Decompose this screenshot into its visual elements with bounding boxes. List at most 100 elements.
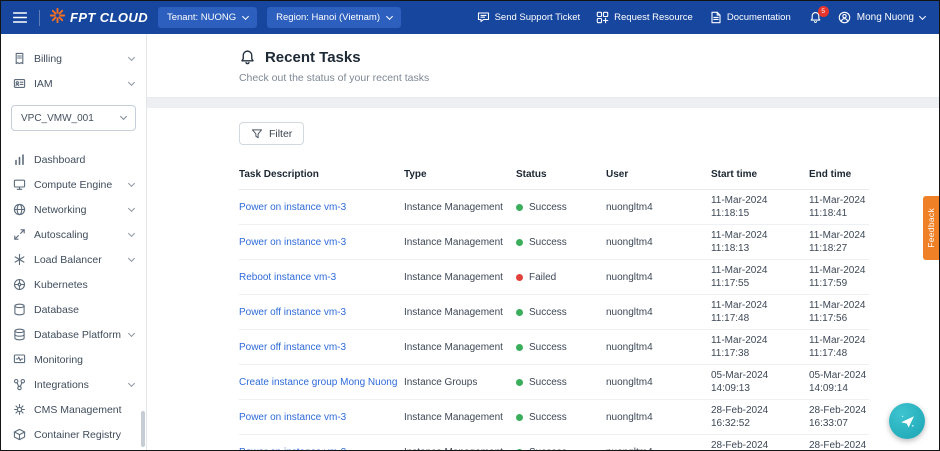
tasks-panel: Filter Task Description Type Status User… (147, 108, 939, 450)
task-end-time: 11-Mar-202411:17:59 (809, 260, 869, 295)
task-status: Success (516, 190, 606, 225)
chevron-down-icon (128, 330, 135, 337)
table-row: Create instance group Mong Nuong Instanc… (239, 365, 869, 400)
container-registry-icon (13, 428, 26, 441)
status-dot (516, 414, 523, 421)
task-start-time: 28-Feb-202414:28:56 (711, 435, 809, 451)
main-content: Recent Tasks Check out the status of you… (147, 34, 939, 450)
task-description-link[interactable]: Create instance group Mong Nuong (239, 365, 404, 400)
col-end-time: End time (809, 161, 869, 190)
page-subtitle: Check out the status of your recent task… (239, 72, 869, 84)
region-selector[interactable]: Region: Hanoi (Vietnam) (267, 7, 401, 28)
task-end-time: 28-Feb-202416:33:07 (809, 400, 869, 435)
task-end-time: 11-Mar-202411:17:56 (809, 295, 869, 330)
task-status: Failed (516, 260, 606, 295)
sidebar-item-label: Container Registry (34, 429, 121, 441)
status-dot (516, 204, 523, 211)
table-row: Power on instance vm-3 Instance Manageme… (239, 190, 869, 225)
task-end-time: 05-Mar-202414:09:14 (809, 365, 869, 400)
sidebar-item-label: Kubernetes (34, 279, 88, 291)
brand-logo[interactable]: FPT CLOUD (50, 8, 148, 28)
task-user: nuongltm4 (606, 190, 711, 225)
sidebar-item-load-balancer[interactable]: Load Balancer (1, 247, 146, 272)
topbar-actions: Send Support Ticket Request Resource Doc… (477, 11, 925, 24)
sidebar-item-label: Dashboard (34, 154, 85, 166)
documentation-link[interactable]: Documentation (709, 11, 791, 24)
status-dot (516, 344, 523, 351)
chevron-down-icon (128, 230, 135, 237)
task-description-link[interactable]: Power on instance vm-3 (239, 400, 404, 435)
menu-icon[interactable] (11, 10, 29, 25)
user-icon (838, 11, 851, 24)
task-user: nuongltm4 (606, 400, 711, 435)
task-description-link[interactable]: Power off instance vm-3 (239, 295, 404, 330)
sidebar-item-label: Autoscaling (34, 229, 88, 241)
feedback-label: Feedback (926, 208, 936, 248)
task-type: Instance Management (404, 225, 516, 260)
task-end-time: 11-Mar-202411:17:48 (809, 330, 869, 365)
recent-tasks-table: Task Description Type Status User Start … (239, 161, 869, 450)
request-resource-icon (596, 11, 609, 24)
topbar-divider (39, 10, 40, 26)
notifications-button[interactable]: 5 (809, 11, 822, 24)
sidebar-item-monitoring[interactable]: Monitoring (1, 347, 146, 372)
task-description-link[interactable]: Power on instance vm-3 (239, 190, 404, 225)
sidebar-item-networking[interactable]: Networking (1, 197, 146, 222)
task-start-time: 05-Mar-202414:09:13 (711, 365, 809, 400)
compute-engine-icon (13, 178, 26, 191)
database-icon (13, 303, 26, 316)
chevron-down-icon (128, 255, 135, 262)
sidebar-scrollbar[interactable] (141, 411, 145, 447)
sidebar-item-dashboard[interactable]: Dashboard (1, 147, 146, 172)
notification-badge: 5 (818, 6, 829, 17)
task-description-link[interactable]: Power on instance vm-3 (239, 225, 404, 260)
recent-tasks-bell-icon (239, 49, 256, 66)
user-menu[interactable]: Mong Nuong (838, 11, 925, 24)
sidebar-item-kubernetes[interactable]: Kubernetes (1, 272, 146, 297)
filter-button[interactable]: Filter (239, 122, 304, 145)
feedback-tab[interactable]: Feedback (923, 196, 939, 260)
vpc-selector[interactable]: VPC_VMW_001 (11, 105, 136, 131)
sidebar-item-cms-management[interactable]: CMS Management (1, 397, 146, 422)
sidebar-item-autoscaling[interactable]: Autoscaling (1, 222, 146, 247)
chevron-down-icon (120, 113, 127, 120)
task-description-link[interactable]: Reboot instance vm-3 (239, 260, 404, 295)
networking-icon (13, 203, 26, 216)
task-type: Instance Management (404, 400, 516, 435)
table-row: Power on instance vm-3 Instance Manageme… (239, 435, 869, 451)
sidebar-item-integrations[interactable]: Integrations (1, 372, 146, 397)
task-user: nuongltm4 (606, 225, 711, 260)
brand-name: FPT CLOUD (70, 10, 148, 25)
sidebar-item-compute-engine[interactable]: Compute Engine (1, 172, 146, 197)
task-user: nuongltm4 (606, 330, 711, 365)
chevron-down-icon (128, 205, 135, 212)
request-resource-link[interactable]: Request Resource (596, 11, 693, 24)
autoscaling-icon (13, 228, 26, 241)
chevron-down-icon (128, 54, 135, 61)
task-start-time: 11-Mar-202411:17:55 (711, 260, 809, 295)
sidebar-item-database[interactable]: Database (1, 297, 146, 322)
tenant-selector[interactable]: Tenant: NUONG (158, 7, 257, 28)
task-status: Success (516, 295, 606, 330)
send-support-ticket-link[interactable]: Send Support Ticket (477, 11, 581, 24)
col-user: User (606, 161, 711, 190)
task-type: Instance Management (404, 330, 516, 365)
sidebar-item-label: Monitoring (34, 354, 83, 366)
task-description-link[interactable]: Power off instance vm-3 (239, 330, 404, 365)
task-end-time: 11-Mar-202411:18:27 (809, 225, 869, 260)
task-end-time: 11-Mar-202411:18:41 (809, 190, 869, 225)
sidebar-item-label: CMS Management (34, 404, 122, 416)
filter-icon (251, 128, 263, 140)
sidebar-item-iam[interactable]: IAM (1, 71, 146, 96)
table-row: Power off instance vm-3 Instance Managem… (239, 330, 869, 365)
sidebar-item-label: Billing (34, 53, 62, 65)
page-title: Recent Tasks (265, 49, 361, 66)
sidebar-item-container-registry[interactable]: Container Registry (1, 422, 146, 447)
support-fab-button[interactable] (889, 403, 925, 439)
monitoring-icon (13, 353, 26, 366)
sidebar-item-billing[interactable]: Billing (1, 46, 146, 71)
task-start-time: 11-Mar-202411:17:38 (711, 330, 809, 365)
sidebar-item-database-platform[interactable]: Database Platform (1, 322, 146, 347)
task-description-link[interactable]: Power on instance vm-3 (239, 435, 404, 451)
chevron-down-icon (128, 180, 135, 187)
